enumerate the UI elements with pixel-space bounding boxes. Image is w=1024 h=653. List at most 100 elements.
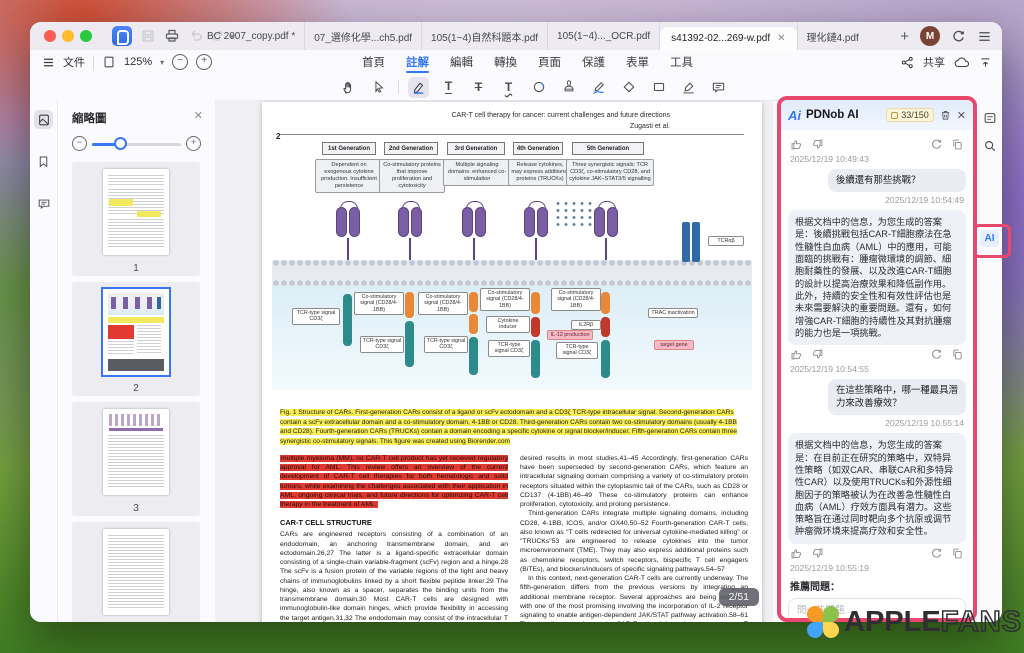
cloud-icon[interactable] <box>954 56 970 69</box>
red-highlighted-text: multiple myeloma (MM), no CAR-T cell pro… <box>280 455 508 508</box>
note-comment-icon[interactable] <box>708 77 729 98</box>
collapse-toolbar-icon[interactable] <box>979 56 992 69</box>
thumbs-down-icon[interactable] <box>811 348 824 361</box>
tab-edit[interactable]: 編輯 <box>450 50 473 74</box>
tab-document-active[interactable]: s41392-02...269-w.pdf ✕ <box>660 27 796 50</box>
gen2-title: 2nd Generation <box>384 142 438 155</box>
print-icon[interactable] <box>164 28 181 45</box>
ellipse-tool-icon[interactable] <box>528 77 549 98</box>
share-icon[interactable] <box>901 56 914 69</box>
freehand-draw-icon[interactable] <box>588 77 609 98</box>
zoom-caret-icon[interactable]: ▾ <box>160 58 164 67</box>
thumbs-up-icon[interactable] <box>790 348 803 361</box>
thumbnail-page-number: 2 <box>72 383 200 394</box>
select-cursor-icon[interactable] <box>368 77 389 98</box>
main-menu-icon[interactable] <box>977 29 992 44</box>
text-strikethrough-icon[interactable]: T <box>468 77 489 98</box>
tab-document-4[interactable]: 105(1~4)..._OCR.pdf <box>548 22 660 50</box>
ai-chat-scroll[interactable]: 2025/12/19 10:49:43 後續還有那些挑戰？ 2025/12/19… <box>781 130 973 618</box>
page-fit-icon[interactable] <box>102 55 116 69</box>
thumbnail-page-3[interactable]: 3 <box>72 402 200 516</box>
file-menu-icon[interactable] <box>42 56 55 69</box>
copy-icon[interactable] <box>951 138 964 151</box>
thumbnail-zoom-slider[interactable]: − + <box>70 136 203 152</box>
rectangle-tool-icon[interactable] <box>648 77 669 98</box>
thumbnail-page-2[interactable]: 2 <box>72 282 200 396</box>
shapes-diamond-icon[interactable] <box>618 77 639 98</box>
ai-panel-close-icon[interactable]: ✕ <box>957 109 966 122</box>
thumbnails-close-icon[interactable]: ✕ <box>194 109 203 122</box>
regenerate-icon[interactable] <box>930 547 943 560</box>
gen1-title: 1st Generation <box>322 142 376 155</box>
tab-document-6[interactable]: 理化鏈4.pdf <box>797 22 868 50</box>
zoom-level[interactable]: 125% <box>124 56 152 68</box>
thumbs-up-icon[interactable] <box>790 547 803 560</box>
document-viewport[interactable]: CAR-T cell therapy for cancer: current c… <box>215 100 773 622</box>
left-column: multiple myeloma (MM), no CAR-T cell pro… <box>280 454 508 622</box>
maximize-window-button[interactable] <box>80 30 92 42</box>
thumbnails-panel: 縮略圖 ✕ − + 1 <box>58 100 216 622</box>
zoom-out-button[interactable]: − <box>172 54 188 70</box>
account-avatar[interactable]: M <box>920 26 940 46</box>
share-button[interactable]: 共享 <box>923 54 945 70</box>
thumbnail-page-1[interactable]: 1 <box>72 162 200 276</box>
highlighter-icon[interactable] <box>408 77 429 98</box>
tab-convert[interactable]: 轉換 <box>494 50 517 74</box>
bookmarks-panel-icon[interactable] <box>34 152 53 171</box>
properties-panel-icon[interactable] <box>980 108 999 127</box>
sync-icon[interactable] <box>951 29 966 44</box>
section-heading: CAR-T CELL STRUCTURE <box>280 518 508 528</box>
tab-annotate[interactable]: 註解 <box>406 50 429 74</box>
tab-close-icon[interactable]: ✕ <box>777 33 785 44</box>
gen1-desc: Dependent on exogenous cytokine producti… <box>315 159 383 193</box>
regenerate-icon[interactable] <box>930 138 943 151</box>
slider-knob[interactable] <box>114 137 127 150</box>
thumbs-up-icon[interactable] <box>790 138 803 151</box>
tab-home[interactable]: 首頁 <box>362 50 385 74</box>
tab-pages[interactable]: 頁面 <box>538 50 561 74</box>
save-icon[interactable] <box>140 28 157 45</box>
tab-forms[interactable]: 表單 <box>626 50 649 74</box>
tab-protect[interactable]: 保護 <box>582 50 605 74</box>
left-column-text: CARs are engineered receptors consisting… <box>280 531 508 622</box>
tab-document-3[interactable]: 105(1~4)自然科題本.pdf <box>422 22 548 50</box>
close-window-button[interactable] <box>44 30 56 42</box>
pan-hand-icon[interactable] <box>338 77 359 98</box>
pdf-page: CAR-T cell therapy for cancer: current c… <box>262 102 762 622</box>
thumbs-down-icon[interactable] <box>811 547 824 560</box>
text-underline-icon[interactable]: T <box>438 77 459 98</box>
tab-document-1[interactable]: BC 2007_copy.pdf * <box>198 22 305 50</box>
gen5-costim-label: Co-stimulatory signal (CD28/4-1BB) <box>551 288 601 311</box>
regenerate-icon[interactable] <box>930 348 943 361</box>
new-tab-button[interactable]: + <box>900 28 909 45</box>
message-timestamp: 2025/12/19 10:55:19 <box>790 563 964 573</box>
zoom-in-button[interactable]: + <box>196 54 212 70</box>
gen5-il2rb-label: IL2Rβ <box>571 320 601 330</box>
file-menu[interactable]: 文件 <box>63 54 85 70</box>
tab-document-2[interactable]: 07_選修化學...ch5.pdf <box>305 22 422 50</box>
gen3-costim-label: Co-stimulatory signal (CD28/4-1BB) <box>418 292 468 315</box>
text-squiggly-icon[interactable]: T <box>498 77 519 98</box>
search-icon[interactable] <box>980 136 999 155</box>
thumb-zoom-in-icon[interactable]: + <box>186 136 201 151</box>
gen5-tcr-label: TCR-type signal CD3ζ <box>556 342 598 359</box>
stamp-icon[interactable] <box>558 77 579 98</box>
gen3-title: 3rd Generation <box>447 142 505 155</box>
thumb-zoom-out-icon[interactable]: − <box>72 136 87 151</box>
app-logo-icon <box>112 26 132 46</box>
tab-tools[interactable]: 工具 <box>670 50 693 74</box>
thumbs-down-icon[interactable] <box>811 138 824 151</box>
suggested-questions-label: 推薦問題： <box>790 578 964 593</box>
signature-pen-icon[interactable] <box>678 77 699 98</box>
thumbnails-panel-icon[interactable] <box>34 110 53 129</box>
minimize-window-button[interactable] <box>62 30 74 42</box>
delete-chat-icon[interactable] <box>939 109 952 122</box>
page-indicator-badge[interactable]: 2/51 <box>719 588 759 606</box>
thumbnail-page-4[interactable]: 4 <box>72 522 200 622</box>
document-tabs: BC 2007_copy.pdf * 07_選修化學...ch5.pdf 105… <box>198 22 868 50</box>
cell-membrane <box>272 260 752 286</box>
right-column: desired results in most studies.41–45 Ac… <box>520 454 748 622</box>
copy-icon[interactable] <box>951 348 964 361</box>
copy-icon[interactable] <box>951 547 964 560</box>
comments-panel-icon[interactable] <box>34 194 53 213</box>
